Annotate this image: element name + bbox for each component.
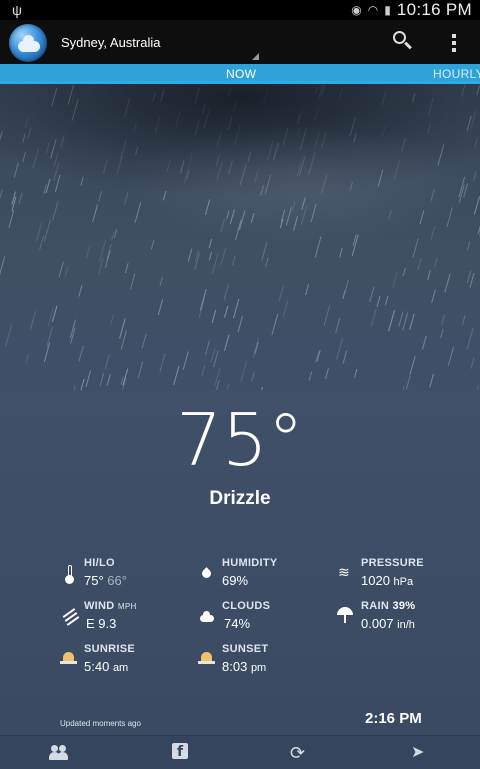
bottom-toolbar: f ⟳ ➤ bbox=[0, 735, 480, 769]
sunset-label: SUNSET bbox=[222, 643, 269, 655]
wind-value: E 9.3 bbox=[86, 616, 117, 631]
pressure-label: PRESSURE bbox=[361, 557, 424, 569]
thermometer-icon bbox=[62, 565, 78, 584]
hilo-value: 75° 66° bbox=[84, 573, 127, 588]
clouds-value: 74% bbox=[224, 616, 251, 631]
clouds-label: CLOUDS bbox=[222, 600, 271, 612]
app-logo-icon[interactable] bbox=[9, 24, 47, 62]
tab-strip: NOW HOURLY bbox=[0, 64, 480, 84]
humidity-value: 69% bbox=[222, 573, 249, 588]
search-icon[interactable] bbox=[390, 28, 416, 54]
stat-pressure: PRESSURE 1020 hPa bbox=[361, 557, 424, 588]
dropdown-caret-icon[interactable] bbox=[252, 53, 259, 60]
stat-clouds: CLOUDS 74% bbox=[222, 600, 270, 631]
status-bar: ψ ◉ ◠ ▮ 10:16 PM bbox=[0, 0, 480, 20]
usb-icon: ψ bbox=[12, 2, 22, 18]
umbrella-icon bbox=[337, 606, 353, 624]
stat-hilo: HI/LO 75° 66° bbox=[84, 557, 127, 588]
hilo-label: HI/LO bbox=[84, 557, 115, 569]
wifi-icon: ◠ bbox=[367, 3, 379, 17]
eye-icon: ◉ bbox=[351, 3, 362, 17]
pressure-icon: ≋ bbox=[338, 564, 350, 580]
sunset-value: 8:03 pm bbox=[222, 659, 267, 674]
status-clock: 10:16 PM bbox=[396, 0, 472, 19]
current-temperature: 75° bbox=[176, 398, 304, 482]
weather-background-image bbox=[0, 84, 480, 390]
tab-now[interactable]: NOW bbox=[226, 67, 256, 81]
facebook-icon[interactable]: f bbox=[172, 743, 188, 760]
cloud-icon bbox=[199, 609, 215, 627]
updated-text: Updated moments ago bbox=[60, 719, 141, 728]
overflow-menu-icon[interactable] bbox=[446, 32, 462, 54]
stat-humidity: HUMIDITY 69% bbox=[222, 557, 278, 588]
tab-hourly[interactable]: HOURLY bbox=[433, 67, 480, 81]
location-selector[interactable]: Sydney, Australia bbox=[61, 35, 160, 50]
battery-icon: ▮ bbox=[384, 3, 391, 17]
stat-sunrise: SUNRISE 5:40 am bbox=[84, 643, 135, 674]
stat-wind: WIND MPH E 9.3 bbox=[84, 600, 137, 631]
rain-value: 0.007 in/h bbox=[361, 616, 415, 631]
pressure-value: 1020 hPa bbox=[361, 573, 414, 588]
sunrise-label: SUNRISE bbox=[84, 643, 135, 655]
stat-rain: RAIN 39% 0.007 in/h bbox=[361, 600, 415, 631]
current-condition: Drizzle bbox=[209, 488, 271, 509]
sunrise-value: 5:40 am bbox=[84, 659, 129, 674]
navigation-icon[interactable]: ➤ bbox=[411, 744, 431, 762]
wind-icon bbox=[61, 606, 80, 626]
humidity-label: HUMIDITY bbox=[222, 557, 278, 569]
wind-label: WIND MPH bbox=[84, 600, 137, 612]
rain-label: RAIN 39% bbox=[361, 600, 416, 612]
local-time: 2:16 PM bbox=[365, 710, 422, 727]
sunset-icon bbox=[198, 650, 215, 668]
refresh-icon[interactable]: ⟳ bbox=[290, 744, 310, 762]
humidity-drop-icon bbox=[199, 565, 215, 583]
stat-sunset: SUNSET 8:03 pm bbox=[222, 643, 268, 674]
sunrise-icon bbox=[60, 650, 77, 668]
friends-icon[interactable] bbox=[49, 744, 69, 762]
status-icons: ◉ ◠ ▮ 10:16 PM bbox=[351, 0, 472, 20]
action-bar: Sydney, Australia bbox=[0, 20, 480, 64]
